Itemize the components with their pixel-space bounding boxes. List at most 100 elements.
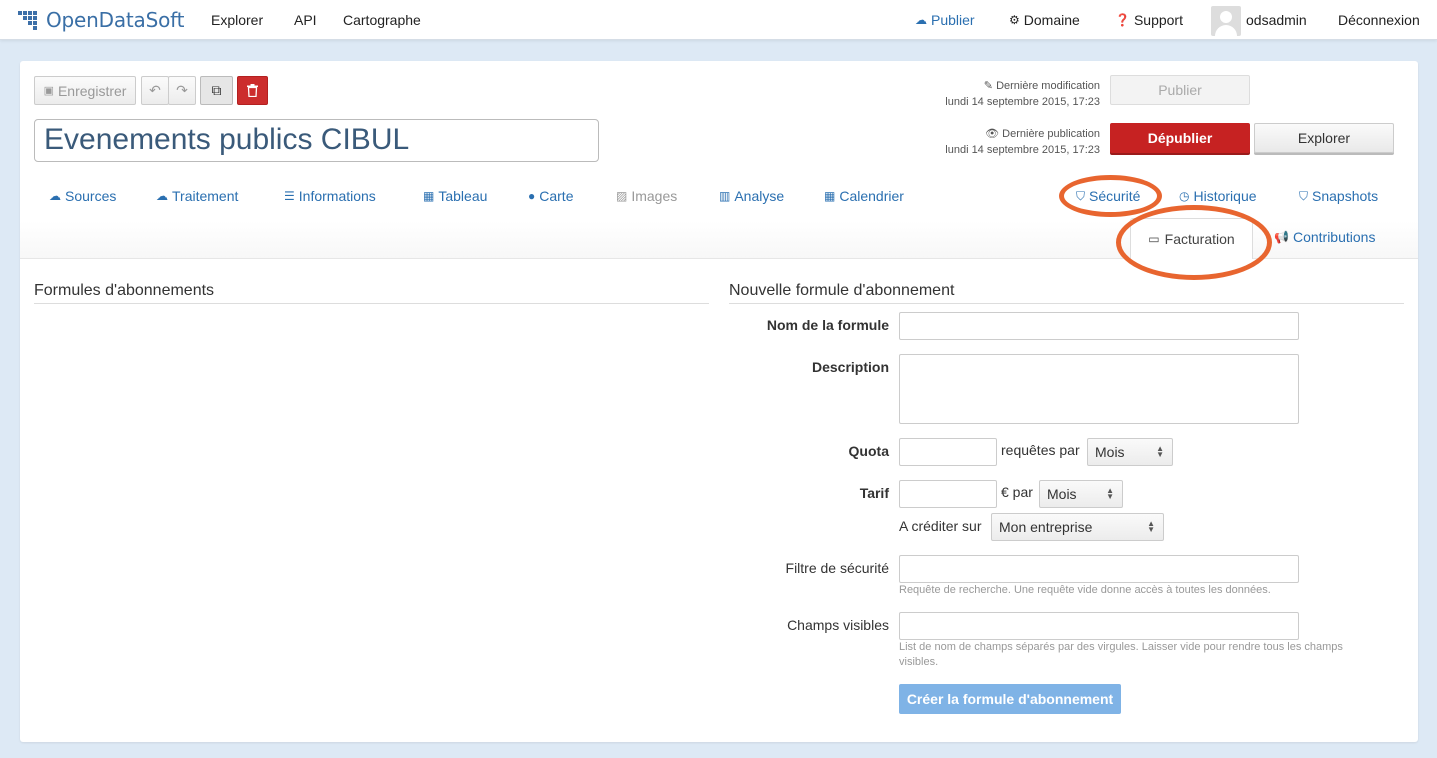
tarif-per-text: € par <box>1001 484 1033 500</box>
nav-explorer-link[interactable]: Explorer <box>211 12 263 28</box>
tab-sources[interactable]: ☁ Sources <box>49 188 116 204</box>
nav-cartographe-link[interactable]: Cartographe <box>343 12 421 28</box>
nav-domain-link[interactable]: ⚙ Domaine <box>1009 12 1080 28</box>
tab-traitement-label: Traitement <box>172 188 239 204</box>
quota-period-value: Mois <box>1095 444 1125 460</box>
image-icon: ▨ <box>616 189 628 203</box>
question-circle-icon: ❓ <box>1115 13 1130 27</box>
tab-sources-label: Sources <box>65 188 117 204</box>
save-button[interactable]: ▣ Enregistrer <box>34 76 136 105</box>
pencil-icon: ✎ <box>983 80 993 92</box>
subscriptions-list-title: Formules d'abonnements <box>34 282 215 299</box>
history-icon: ◷ <box>1179 189 1190 203</box>
publish-button[interactable]: Publier <box>1110 75 1250 105</box>
credit-account-select[interactable]: Mon entreprise ▲ ▼ <box>991 513 1164 541</box>
brand-logo[interactable]: OpenDataSoft <box>18 7 184 33</box>
nav-publish-link[interactable]: ☁ Publier <box>915 12 975 28</box>
tab-informations-label: Informations <box>298 188 376 204</box>
nav-username[interactable]: odsadmin <box>1246 12 1307 28</box>
credit-label: A créditer sur <box>899 518 982 534</box>
create-subscription-button[interactable]: Créer la formule d'abonnement <box>899 684 1121 714</box>
new-subscription-title: Nouvelle formule d'abonnement <box>729 282 955 299</box>
last-modified-info: ✎ Dernière modification lundi 14 septemb… <box>945 78 1100 110</box>
description-textarea[interactable] <box>899 354 1299 424</box>
tab-carte-label: Carte <box>539 188 574 204</box>
redo-icon: ↷ <box>176 82 188 98</box>
description-label: Description <box>811 359 889 375</box>
bullhorn-icon: 📢 <box>1274 230 1289 244</box>
highlight-ring-facturation <box>1116 205 1272 280</box>
tab-contributions-label: Contributions <box>1292 229 1376 245</box>
nav-support-label: Support <box>1133 12 1183 28</box>
nav-domain-label: Domaine <box>1023 12 1080 28</box>
last-published-label: Dernière publication <box>1002 128 1100 140</box>
nav-publish-label: Publier <box>931 12 975 28</box>
security-filter-input[interactable] <box>899 555 1299 583</box>
nav-logout-link[interactable]: Déconnexion <box>1338 12 1420 28</box>
new-subscription-divider <box>729 303 1404 304</box>
tarif-period-select[interactable]: Mois ▲ ▼ <box>1039 480 1123 508</box>
nav-api-link[interactable]: API <box>294 12 317 28</box>
cloud-upload-icon: ☁ <box>915 13 927 27</box>
shield-icon: ⛉ <box>1299 188 1309 203</box>
top-navbar: OpenDataSoft Explorer API Cartographe ☁ … <box>0 0 1437 40</box>
select-arrows-icon: ▲ ▼ <box>1147 519 1155 534</box>
redo-button[interactable]: ↷ <box>168 76 196 105</box>
delete-button[interactable] <box>237 76 268 105</box>
tab-snapshots[interactable]: ⛉ Snapshots <box>1299 188 1378 204</box>
calendar-icon: ▦ <box>824 189 836 203</box>
table-icon: ▦ <box>423 189 435 203</box>
quota-input[interactable] <box>899 438 997 466</box>
undo-button[interactable]: ↶ <box>141 76 169 105</box>
tab-tableau[interactable]: ▦ Tableau <box>423 188 487 204</box>
tab-analyse-label: Analyse <box>734 188 785 204</box>
avatar[interactable] <box>1211 6 1241 36</box>
security-filter-label: Filtre de sécurité <box>785 560 889 576</box>
dataset-title-input[interactable]: Evenements publics CIBUL <box>34 119 599 162</box>
quota-per-text: requêtes par <box>1001 442 1080 458</box>
last-published-info: 👁 Dernière publication lundi 14 septembr… <box>945 126 1100 158</box>
floppy-icon: ▣ <box>43 85 54 97</box>
tab-snapshots-label: Snapshots <box>1312 188 1379 204</box>
tab-traitement[interactable]: ☁ Traitement <box>156 188 238 204</box>
tab-historique[interactable]: ◷ Historique <box>1179 188 1257 204</box>
duplicate-button[interactable]: ⧉ <box>200 76 233 105</box>
save-button-label: Enregistrer <box>57 82 127 99</box>
visible-fields-help-line-1: List de nom de champs séparés par des vi… <box>899 641 1343 653</box>
visible-fields-help: List de nom de champs séparés par des vi… <box>899 640 1343 670</box>
nav-support-link[interactable]: ❓ Support <box>1115 12 1183 28</box>
undo-icon: ↶ <box>149 82 161 98</box>
tab-contributions[interactable]: 📢 Contributions <box>1274 229 1375 245</box>
cloud-upload-icon: ☁ <box>156 189 168 203</box>
visible-fields-help-line-2: visibles. <box>899 656 939 668</box>
quota-period-select[interactable]: Mois ▲ ▼ <box>1087 438 1173 466</box>
tarif-label: Tarif <box>859 485 889 501</box>
eye-icon: 👁 <box>985 128 1000 140</box>
tab-informations[interactable]: ☰ Informations <box>284 188 376 204</box>
visible-fields-input[interactable] <box>899 612 1299 640</box>
subscription-name-input[interactable] <box>899 312 1299 340</box>
highlight-ring-securite <box>1059 175 1162 217</box>
visible-fields-label: Champs visibles <box>787 617 889 633</box>
gears-icon: ⚙ <box>1009 13 1020 27</box>
logo-icon <box>18 9 40 31</box>
tab-tableau-label: Tableau <box>438 188 488 204</box>
tab-images[interactable]: ▨ Images <box>616 188 677 204</box>
tab-carte[interactable]: ● Carte <box>528 188 573 204</box>
unpublish-button[interactable]: Dépublier <box>1110 123 1250 153</box>
dataset-editor-panel: ▣ Enregistrer ↶ ↷ ⧉ Evenements publics C… <box>20 61 1418 742</box>
tarif-input[interactable] <box>899 480 997 508</box>
cloud-upload-icon: ☁ <box>49 189 61 203</box>
select-arrows-icon: ▲ ▼ <box>1106 486 1114 501</box>
bar-chart-icon: ▥ <box>719 189 731 203</box>
tab-calendrier[interactable]: ▦ Calendrier <box>824 188 904 204</box>
tarif-period-value: Mois <box>1047 486 1077 502</box>
quota-label: Quota <box>848 443 889 459</box>
select-arrows-icon: ▲ ▼ <box>1156 444 1164 459</box>
security-filter-help: Requête de recherche. Une requête vide d… <box>899 584 1271 596</box>
list-icon: ☰ <box>284 189 295 203</box>
globe-icon: ● <box>528 189 536 203</box>
explore-button[interactable]: Explorer <box>1254 123 1394 153</box>
tab-analyse[interactable]: ▥ Analyse <box>719 188 784 204</box>
credit-account-value: Mon entreprise <box>999 519 1093 535</box>
